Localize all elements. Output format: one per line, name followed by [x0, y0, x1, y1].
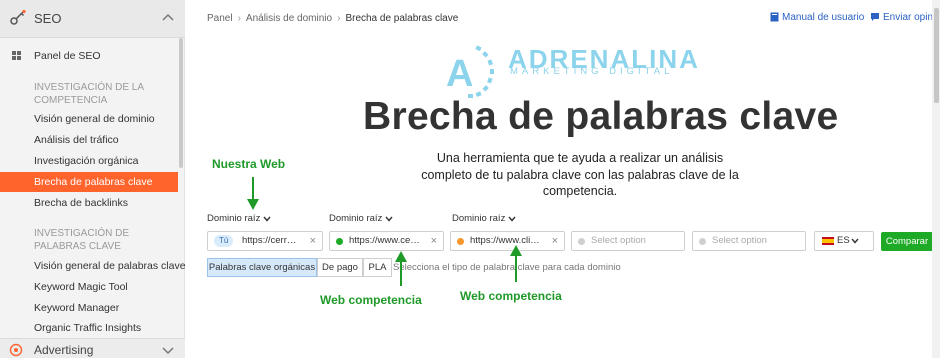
domain-field-empty-2-placeholder: Select option	[712, 235, 767, 246]
domain-label-1[interactable]: Dominio raíz	[207, 213, 271, 224]
sidebar-seo-header[interactable]: SEO	[0, 0, 185, 38]
tab-de-pago[interactable]: De pago	[317, 258, 363, 277]
compare-button[interactable]: Comparar	[881, 232, 933, 251]
manual-link[interactable]: Manual de usuario	[770, 12, 864, 23]
page-subtitle: Una herramienta que te ayuda a realizar …	[421, 151, 739, 198]
breadcrumb-separator-icon: ›	[237, 13, 241, 24]
clear-icon[interactable]: ×	[552, 232, 558, 250]
sidebar-item-brecha-palabras[interactable]: Brecha de palabras clave	[0, 172, 178, 192]
target-icon	[9, 343, 23, 357]
sidebar-scrollbar[interactable]	[179, 38, 183, 168]
sidebar-item-vision-palabras[interactable]: Visión general de palabras clave	[0, 256, 186, 276]
annotation-web-competencia-1: Web competencia	[320, 293, 422, 307]
annotation-nuestra-web: Nuestra Web	[212, 157, 286, 171]
annotation-web-competencia-2: Web competencia	[460, 289, 562, 303]
domain-field-own-value: https://cerr…	[242, 235, 297, 246]
sidebar-item-keyword-magic[interactable]: Keyword Magic Tool	[0, 277, 178, 297]
arrow-up-icon	[395, 251, 407, 286]
breadcrumb-separator-icon: ›	[337, 13, 341, 24]
domain-field-competitor-2-value: https://www.cli…	[470, 235, 540, 246]
domain-field-empty-2[interactable]: Select option	[692, 231, 806, 251]
svg-text:A: A	[446, 53, 473, 95]
domain-field-competitor-1-value: https://www.ce…	[349, 235, 420, 246]
adrenalina-logo-mark: A	[446, 45, 494, 98]
chevron-up-icon[interactable]	[161, 11, 175, 25]
database-code: ES	[837, 235, 850, 246]
database-select[interactable]: ES	[814, 231, 874, 251]
page-title: Brecha de palabras clave	[363, 95, 839, 138]
domain-field-empty-1-placeholder: Select option	[591, 235, 646, 246]
sidebar-item-keyword-manager[interactable]: Keyword Manager	[0, 298, 178, 318]
chevron-down-icon	[851, 238, 859, 244]
sidebar-group-competencia: INVESTIGACIÓN DE LA COMPETENCIA	[34, 82, 144, 106]
chevron-down-icon	[508, 216, 516, 222]
chevron-down-icon	[385, 216, 393, 222]
feedback-link[interactable]: Enviar opinió	[870, 12, 940, 23]
domain-field-empty-1[interactable]: Select option	[571, 231, 685, 251]
domain-field-competitor-1[interactable]: https://www.ce… ×	[329, 231, 444, 251]
own-domain-badge: Tú	[214, 235, 234, 247]
sidebar-item-trafico[interactable]: Análisis del tráfico	[0, 130, 178, 150]
domain-field-competitor-2[interactable]: https://www.cli… ×	[450, 231, 565, 251]
sidebar: SEO Panel de SEO INVESTIGACIÓN DE LA COM…	[0, 0, 186, 358]
sidebar-advertising-header[interactable]: Advertising	[0, 338, 185, 358]
logo-tagline: MARKETING DIGITAL	[510, 66, 674, 77]
sidebar-advertising-label: Advertising	[34, 343, 94, 357]
domain-label-2[interactable]: Dominio raíz	[329, 213, 393, 224]
clear-icon[interactable]: ×	[431, 232, 437, 250]
tab-organicas[interactable]: Palabras clave orgánicas	[207, 258, 317, 277]
breadcrumb-item-analisis[interactable]: Análisis de dominio	[246, 13, 332, 24]
sidebar-item-organic-insights[interactable]: Organic Traffic Insights	[0, 318, 178, 338]
breadcrumb-item-current: Brecha de palabras clave	[345, 13, 459, 24]
chevron-down-icon[interactable]	[161, 343, 175, 357]
green-dot-icon	[336, 238, 343, 245]
breadcrumb-item-panel[interactable]: Panel	[207, 13, 233, 24]
page-scrollbar[interactable]	[934, 8, 939, 103]
clear-icon[interactable]: ×	[310, 232, 316, 250]
sidebar-group-palabras-clave: INVESTIGACIÓN DE PALABRAS CLAVE	[34, 228, 130, 252]
domain-label-3[interactable]: Dominio raíz	[452, 213, 516, 224]
grey-dot-icon	[578, 238, 585, 245]
arrow-down-icon	[247, 177, 259, 210]
spain-flag-icon	[822, 237, 834, 245]
chevron-down-icon	[263, 216, 271, 222]
keyword-type-hint: Selecciona el tipo de palabra clave para…	[393, 262, 621, 273]
chat-bubble-icon	[871, 13, 879, 21]
breadcrumb: Panel › Análisis de dominio › Brecha de pala…	[207, 13, 458, 24]
domain-field-own[interactable]: Tú https://cerr… ×	[207, 231, 323, 251]
book-icon	[770, 12, 779, 22]
sidebar-item-investigacion-organica[interactable]: Investigación orgánica	[0, 151, 178, 171]
grey-dot-icon	[699, 238, 706, 245]
orange-dot-icon	[457, 238, 464, 245]
tab-pla[interactable]: PLA	[363, 258, 392, 277]
app-root: SEO Panel de SEO INVESTIGACIÓN DE LA COM…	[0, 0, 940, 358]
sidebar-section-title: SEO	[34, 11, 62, 26]
sidebar-item-brecha-backlinks[interactable]: Brecha de backlinks	[0, 193, 178, 213]
sidebar-item-vision-dominio[interactable]: Visión general de dominio	[0, 109, 178, 129]
manual-link-label: Manual de usuario	[782, 12, 865, 23]
arrow-up-icon	[510, 245, 522, 282]
sidebar-item-panel-seo[interactable]: Panel de SEO	[0, 46, 178, 66]
seo-key-icon	[10, 9, 26, 25]
